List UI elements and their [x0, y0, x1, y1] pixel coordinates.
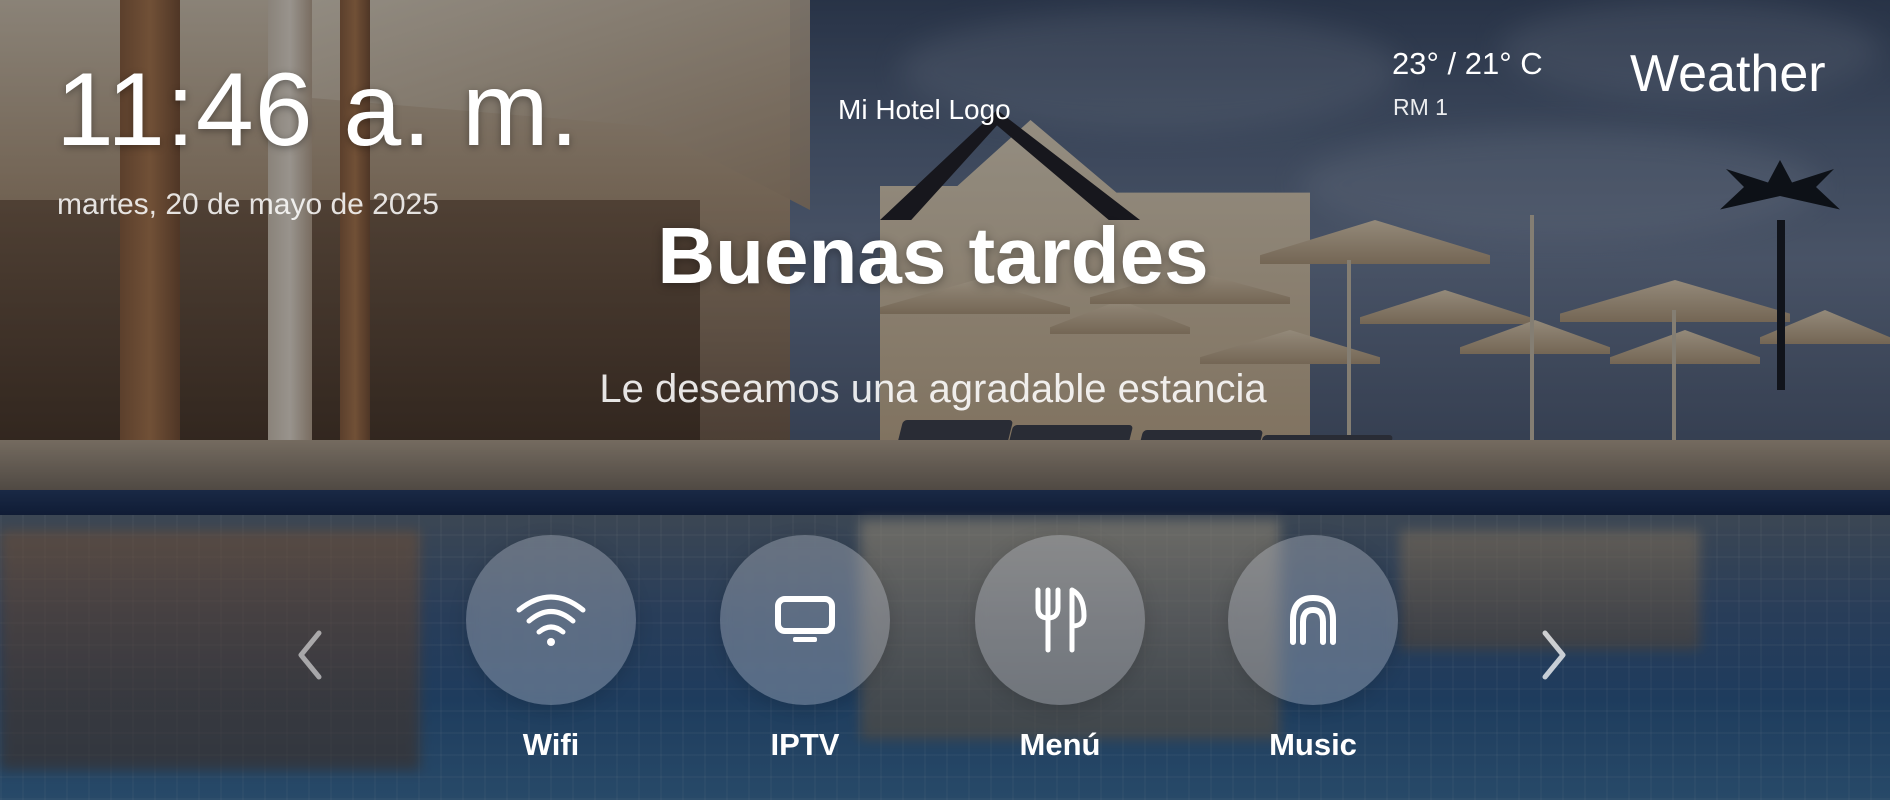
wifi-label: Wifi: [522, 727, 580, 762]
music-button[interactable]: [1228, 535, 1398, 705]
carousel-prev-button[interactable]: [290, 620, 330, 690]
wifi-icon: [516, 594, 586, 646]
menu-label: Menú: [1019, 727, 1101, 762]
menu-button[interactable]: [975, 535, 1145, 705]
room-number: RM 1: [1393, 94, 1448, 120]
hotel-logo: Mi Hotel Logo: [838, 94, 1011, 125]
music-label: Music: [1269, 727, 1357, 762]
wifi-button[interactable]: [466, 535, 636, 705]
chevron-right-icon: [1542, 630, 1566, 680]
iptv-button[interactable]: [720, 535, 890, 705]
carousel-next-button[interactable]: [1534, 620, 1574, 690]
welcome-subtitle: Le deseamos una agradable estancia: [599, 367, 1267, 411]
clock-time: 11:46 a. m.: [56, 52, 580, 168]
cutlery-icon: [1035, 587, 1087, 653]
iptv-label: IPTV: [770, 727, 840, 762]
greeting-heading: Buenas tardes: [657, 211, 1209, 300]
temperature-readout: 23° / 21° C: [1392, 46, 1543, 81]
tv-icon: [775, 596, 835, 642]
weather-button[interactable]: Weather: [1630, 44, 1826, 104]
chevron-left-icon: [298, 630, 322, 680]
music-icon: [1290, 594, 1336, 645]
